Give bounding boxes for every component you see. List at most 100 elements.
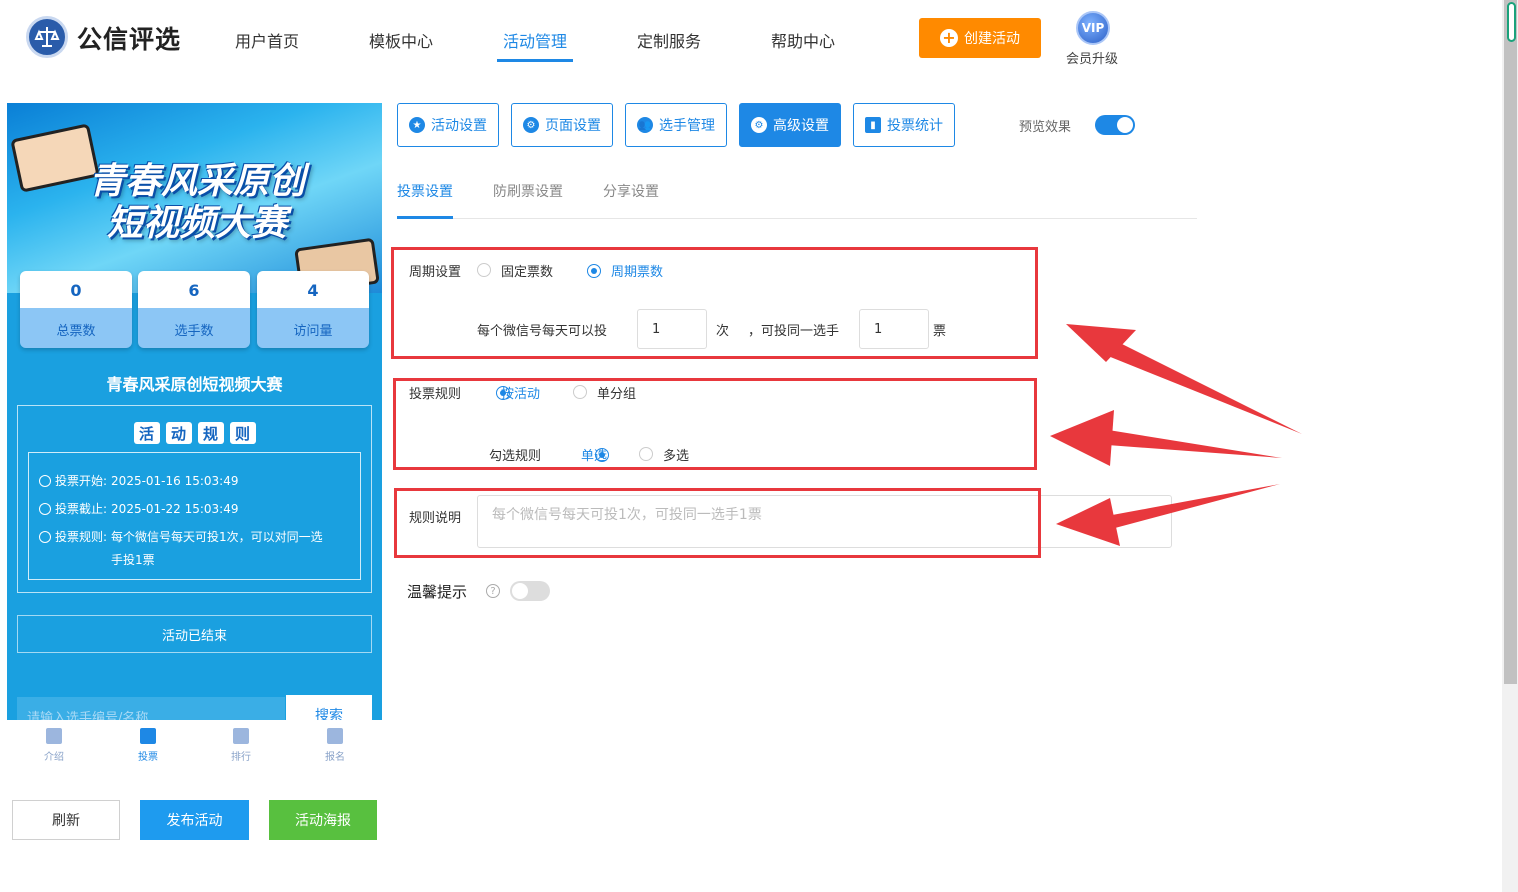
bottom-nav-label: 报名: [325, 752, 345, 763]
clock-icon: [39, 475, 51, 487]
arrow-shaft: [1096, 484, 1280, 532]
rule-label: 投票规则:: [55, 530, 108, 544]
rule-voting: 投票规则: 每个微信号每天可投1次，可以对同一选手投1票: [39, 523, 350, 572]
subtab-divider: [397, 218, 1197, 219]
star-icon: ★: [409, 117, 425, 133]
hand-pointer-icon: [327, 728, 343, 744]
player-search-input[interactable]: 请输入选手编号/名称: [17, 697, 285, 720]
banner-title-line1: 青春风采原创: [88, 161, 305, 202]
preview-bottom-nav: 介绍 投票 排行 报名: [7, 720, 382, 775]
tab-page-settings[interactable]: ⚙ 页面设置: [511, 103, 613, 147]
subtab-share-settings[interactable]: 分享设置: [603, 181, 659, 201]
users-icon: 👥: [637, 117, 653, 133]
scroll-indicator: [1507, 2, 1516, 42]
logo-text: 公信评选: [77, 25, 182, 54]
rule-value: 2025-01-16 15:03:49: [111, 474, 239, 488]
create-activity-button[interactable]: + 创建活动: [919, 18, 1041, 58]
radio-multi-choice-label[interactable]: 多选: [663, 445, 689, 464]
tab-advanced-settings[interactable]: ⚙ 高级设置: [739, 103, 841, 147]
nav-activity-management[interactable]: 活动管理: [497, 28, 574, 62]
rule-start-time: 投票开始: 2025-01-16 15:03:49: [39, 467, 350, 495]
annotation-arrows: [1050, 324, 1302, 546]
radio-multi-choice[interactable]: [639, 447, 653, 461]
bar-chart-icon: ▮: [865, 117, 881, 133]
nav-home[interactable]: 用户首页: [235, 28, 299, 62]
rule-label: 投票开始:: [55, 474, 108, 488]
radio-single-choice-label[interactable]: 单选: [581, 445, 607, 464]
vip-icon[interactable]: VIP: [1076, 11, 1110, 45]
search-button[interactable]: 搜索: [286, 695, 372, 720]
arrow-shaft: [1094, 428, 1282, 458]
clock-icon: [39, 531, 51, 543]
bottom-nav-label: 排行: [231, 752, 251, 763]
bar-chart-icon: [233, 728, 249, 744]
per-day-votes-input[interactable]: 1: [637, 309, 707, 349]
radio-by-activity-label[interactable]: 按活动: [501, 383, 540, 402]
arrow-head: [1050, 410, 1114, 466]
bottom-nav-intro[interactable]: 介绍: [24, 724, 84, 763]
tab-label: 活动设置: [431, 118, 487, 134]
tip-toggle[interactable]: [510, 581, 550, 601]
flag-icon: [140, 728, 156, 744]
tab-label: 选手管理: [659, 118, 715, 134]
rules-title: 活 动 规 则: [18, 422, 371, 444]
radio-single-group-label[interactable]: 单分组: [597, 383, 636, 402]
stat-label: 选手数: [174, 324, 214, 339]
help-icon[interactable]: ?: [486, 584, 500, 598]
banner-title: 青春风采原创 短视频大赛: [67, 161, 327, 245]
vip-upgrade-link[interactable]: 会员升级: [1066, 48, 1118, 67]
tab-vote-statistics[interactable]: ▮ 投票统计: [853, 103, 955, 147]
bottom-nav-signup[interactable]: 报名: [305, 724, 365, 763]
rules-title-char: 规: [197, 422, 224, 444]
arrow-shaft: [1098, 338, 1302, 434]
document-icon: [46, 728, 62, 744]
radio-fixed-votes-label[interactable]: 固定票数: [501, 261, 553, 280]
bottom-nav-label: 介绍: [44, 752, 64, 763]
bottom-nav-vote[interactable]: 投票: [118, 724, 178, 763]
stat-players: 6 选手数: [138, 271, 250, 348]
radio-cycle-votes[interactable]: [587, 264, 601, 278]
banner-title-line2: 短视频大赛: [106, 203, 287, 244]
check-rule-label: 勾选规则: [489, 449, 542, 464]
mobile-preview: 青春风采原创 短视频大赛 0 总票数 6 选手数 4 访问量 青春风采原创短视频…: [7, 103, 382, 720]
nav-templates[interactable]: 模板中心: [369, 28, 433, 62]
subtab-anti-fraud[interactable]: 防刷票设置: [493, 181, 563, 201]
refresh-button[interactable]: 刷新: [12, 800, 120, 840]
nav-help-center[interactable]: 帮助中心: [771, 28, 835, 62]
nav-custom-service[interactable]: 定制服务: [637, 28, 701, 62]
rule-value: 每个微信号每天可投1次，可以对同一选手投1票: [111, 530, 323, 567]
same-player-votes-input[interactable]: 1: [859, 309, 929, 349]
tip-label: 温馨提示: [407, 583, 468, 601]
tab-activity-settings[interactable]: ★ 活动设置: [397, 103, 499, 147]
contest-name: 青春风采原创短视频大赛: [106, 375, 283, 394]
subtab-vote-settings[interactable]: 投票设置: [397, 181, 453, 201]
settings-sliders-icon: ⚙: [751, 117, 767, 133]
rules-title-char: 活: [133, 422, 160, 444]
clock-icon: [39, 503, 51, 515]
cycle-settings-label: 周期设置: [409, 265, 462, 280]
radio-fixed-votes[interactable]: [477, 263, 491, 277]
preview-effect-toggle[interactable]: [1095, 115, 1135, 135]
times-unit: 次: [716, 324, 730, 339]
per-day-label: 每个微信号每天可以投: [477, 324, 608, 339]
stat-label: 访问量: [293, 324, 333, 339]
stat-value: 4: [307, 281, 319, 300]
bottom-nav-ranking[interactable]: 排行: [211, 724, 271, 763]
tab-label: 高级设置: [773, 118, 829, 134]
rule-end-time: 投票截止: 2025-01-22 15:03:49: [39, 495, 350, 523]
publish-activity-button[interactable]: 发布活动: [140, 800, 249, 840]
scrollbar-thumb[interactable]: [1504, 0, 1517, 684]
activity-poster-button[interactable]: 活动海报: [269, 800, 377, 840]
rules-title-char: 则: [229, 422, 256, 444]
rules-list: 投票开始: 2025-01-16 15:03:49 投票截止: 2025-01-…: [28, 452, 361, 580]
radio-single-group[interactable]: [573, 385, 587, 399]
activity-ended-bar: 活动已结束: [17, 615, 372, 653]
tab-label: 投票统计: [887, 118, 943, 134]
radio-cycle-votes-label[interactable]: 周期票数: [611, 261, 663, 280]
vote-rule-label: 投票规则: [409, 387, 462, 402]
tab-player-management[interactable]: 👥 选手管理: [625, 103, 727, 147]
stat-value: 6: [188, 281, 200, 300]
arrow-head: [1056, 498, 1120, 546]
stat-visits: 4 访问量: [257, 271, 369, 348]
logo-icon: [26, 16, 68, 58]
